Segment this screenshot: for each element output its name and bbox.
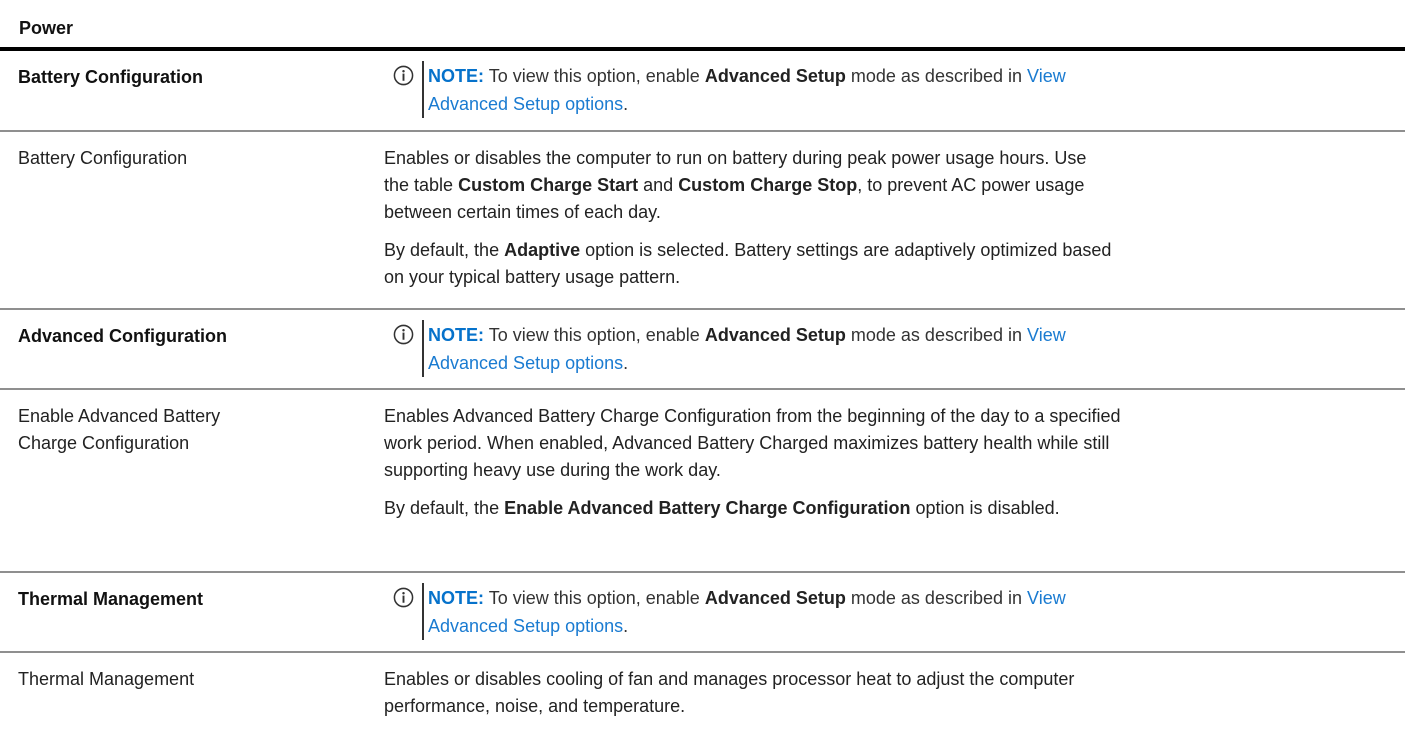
row-description: Enables or disables cooling of fan and m… xyxy=(384,666,1384,731)
table-caption: Power xyxy=(19,18,74,38)
note-bold: Advanced Setup xyxy=(704,325,846,345)
info-icon xyxy=(393,587,414,608)
note-label: NOTE: xyxy=(428,588,484,608)
note-bold: Advanced Setup xyxy=(704,66,846,86)
row-label: Thermal Management xyxy=(18,589,204,609)
note-suffix: . xyxy=(623,353,629,373)
note-prefix: To view this option, enable xyxy=(488,325,700,345)
note-prefix: To view this option, enable xyxy=(488,588,700,608)
note-text: NOTE: To view this option, enable Advanc… xyxy=(428,584,1328,640)
description-paragraph: Enables or disables cooling of fan and m… xyxy=(384,669,1075,716)
note-label: NOTE: xyxy=(428,325,484,345)
note-bar xyxy=(422,583,424,640)
note-suffix: . xyxy=(623,616,629,636)
note-box: NOTE: To view this option, enable Advanc… xyxy=(393,583,1373,641)
note-text: NOTE: To view this option, enable Advanc… xyxy=(428,62,1328,118)
row-label: Enable Advanced Battery Charge Configura… xyxy=(18,406,221,453)
table-row-enable-advanced-battery-charge: Enable Advanced Battery Charge Configura… xyxy=(0,390,1405,573)
info-icon xyxy=(393,324,414,345)
description-paragraph: By default, the Adaptive option is selec… xyxy=(384,240,1112,287)
note-bar xyxy=(422,61,424,118)
description-paragraph: Enables Advanced Battery Charge Configur… xyxy=(384,406,1121,480)
note-label: NOTE: xyxy=(428,66,484,86)
table-row-battery-configuration: Battery Configuration Enables or disable… xyxy=(0,132,1405,310)
table-row-thermal-management-section: Thermal Management NOTE: To view this op… xyxy=(0,573,1405,653)
note-middle: mode as described in xyxy=(850,66,1022,86)
description-paragraph: By default, the Enable Advanced Battery … xyxy=(384,498,1060,518)
note-bar xyxy=(422,320,424,377)
note-box: NOTE: To view this option, enable Advanc… xyxy=(393,61,1373,119)
row-label: Battery Configuration xyxy=(18,67,204,87)
row-label: Advanced Configuration xyxy=(18,326,228,346)
table-row-battery-configuration-section: Battery Configuration NOTE: To view this… xyxy=(0,51,1405,132)
description-paragraph: Enables or disables the computer to run … xyxy=(384,148,1087,222)
row-description: Enables or disables the computer to run … xyxy=(384,145,1384,302)
note-bold: Advanced Setup xyxy=(704,588,846,608)
note-box: NOTE: To view this option, enable Advanc… xyxy=(393,320,1373,378)
row-description: Enables Advanced Battery Charge Configur… xyxy=(384,403,1384,533)
note-middle: mode as described in xyxy=(850,325,1022,345)
note-text: NOTE: To view this option, enable Advanc… xyxy=(428,321,1328,377)
note-prefix: To view this option, enable xyxy=(488,66,700,86)
table-row-advanced-configuration-section: Advanced Configuration NOTE: To view thi… xyxy=(0,310,1405,390)
row-label: Thermal Management xyxy=(18,669,195,689)
row-label: Battery Configuration xyxy=(18,148,188,168)
table-row-thermal-management: Thermal Management Enables or disables c… xyxy=(0,653,1405,726)
note-suffix: . xyxy=(623,94,629,114)
note-middle: mode as described in xyxy=(850,588,1022,608)
info-icon xyxy=(393,65,414,86)
